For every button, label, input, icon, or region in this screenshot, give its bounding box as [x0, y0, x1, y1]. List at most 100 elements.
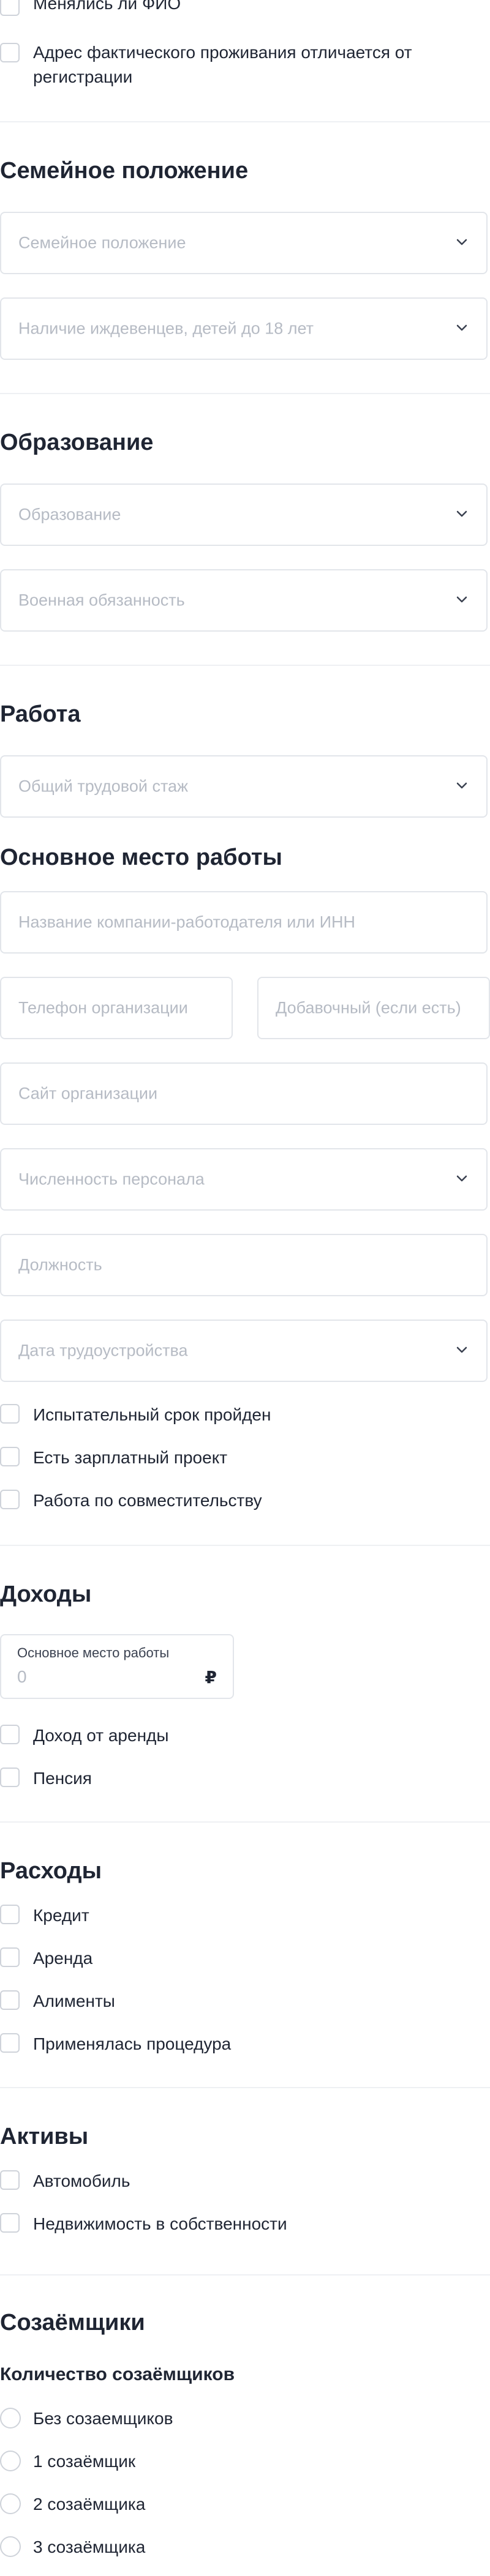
co-borrowers-option-label: 3 созаёмщика	[33, 2537, 146, 2556]
main-job-income-label: Основное место работы	[17, 1645, 170, 1660]
co-borrowers-option-label: 2 созаёмщика	[33, 2495, 146, 2514]
pension-checkbox[interactable]	[0, 1768, 20, 1787]
co-borrowers-option[interactable]: Без созаемщиков	[0, 2408, 490, 2430]
co-borrowers-radio[interactable]	[0, 2451, 21, 2471]
procedure-label: Применялась процедура	[33, 2034, 232, 2053]
hire-date-placeholder: Дата трудоустройства	[18, 1341, 188, 1360]
credit-checkbox[interactable]	[0, 1905, 20, 1924]
dependents-select[interactable]: Наличие иждевенцев, детей до 18 лет	[0, 297, 488, 360]
probation-checkbox-row[interactable]: Испытательный срок пройден	[0, 1404, 490, 1426]
dependents-placeholder: Наличие иждевенцев, детей до 18 лет	[18, 319, 314, 338]
staff-count-select[interactable]: Численность персонала	[0, 1148, 488, 1211]
rent-income-label: Доход от аренды	[33, 1726, 169, 1745]
rent-income-checkbox[interactable]	[0, 1725, 20, 1744]
co-borrowers-option[interactable]: 1 созаёмщик	[0, 2451, 490, 2473]
military-duty-placeholder: Военная обязанность	[18, 591, 185, 610]
alimony-label: Алименты	[33, 1992, 115, 2010]
procedure-checkbox[interactable]	[0, 2033, 20, 2053]
hire-date-select[interactable]: Дата трудоустройства	[0, 1320, 488, 1382]
rent-expense-checkbox-row[interactable]: Аренда	[0, 1947, 490, 1969]
work-section-title: Работа	[0, 701, 81, 727]
name-changed-checkbox-row[interactable]: Менялись ли ФИО	[0, 0, 490, 22]
company-placeholder: Название компании-работодателя или ИНН	[18, 913, 356, 931]
co-borrowers-radio[interactable]	[0, 2493, 21, 2514]
phone-extension-placeholder: Добавочный (если есть)	[276, 998, 461, 1017]
probation-label: Испытательный срок пройден	[33, 1405, 271, 1424]
address-differs-checkbox[interactable]	[0, 43, 20, 62]
divider	[0, 393, 490, 394]
salary-project-checkbox-row[interactable]: Есть зарплатный проект	[0, 1447, 490, 1469]
divider	[0, 2274, 490, 2275]
car-checkbox-row[interactable]: Автомобиль	[0, 2170, 490, 2192]
salary-project-label: Есть зарплатный проект	[33, 1448, 228, 1467]
company-website-input[interactable]: Сайт организации	[0, 1062, 488, 1125]
work-experience-select[interactable]: Общий трудовой стаж	[0, 755, 488, 818]
main-job-section-title: Основное место работы	[0, 845, 282, 870]
education-section-title: Образование	[0, 430, 154, 455]
part-time-checkbox[interactable]	[0, 1490, 20, 1509]
rent-income-checkbox-row[interactable]: Доход от аренды	[0, 1725, 490, 1747]
pension-checkbox-row[interactable]: Пенсия	[0, 1768, 490, 1790]
car-checkbox[interactable]	[0, 2170, 20, 2190]
car-label: Автомобиль	[33, 2171, 130, 2190]
company-phone-placeholder: Телефон организации	[18, 998, 188, 1017]
education-select[interactable]: Образование	[0, 483, 488, 546]
co-borrowers-option-label: 1 созаёмщик	[33, 2452, 136, 2471]
name-changed-label: Менялись ли ФИО	[33, 0, 181, 13]
divider	[0, 665, 490, 666]
salary-project-checkbox[interactable]	[0, 1447, 20, 1466]
probation-checkbox[interactable]	[0, 1404, 20, 1424]
military-duty-select[interactable]: Военная обязанность	[0, 569, 488, 632]
alimony-checkbox[interactable]	[0, 1990, 20, 2010]
chevron-down-icon	[454, 1171, 469, 1185]
phone-extension-input[interactable]: Добавочный (если есть)	[257, 977, 490, 1039]
address-differs-checkbox-row[interactable]: Адрес фактического проживания отличается…	[0, 43, 490, 92]
income-section-title: Доходы	[0, 1581, 92, 1607]
name-changed-checkbox[interactable]	[0, 0, 20, 16]
property-checkbox[interactable]	[0, 2213, 20, 2233]
ruble-icon: ₽	[205, 1668, 217, 1687]
position-input[interactable]: Должность	[0, 1234, 488, 1296]
credit-checkbox-row[interactable]: Кредит	[0, 1905, 490, 1927]
company-phone-input[interactable]: Телефон организации	[0, 977, 233, 1039]
address-differs-label: Адрес фактического проживания отличается…	[33, 43, 412, 86]
education-placeholder: Образование	[18, 505, 121, 524]
alimony-checkbox-row[interactable]: Алименты	[0, 1990, 490, 2012]
property-checkbox-row[interactable]: Недвижимость в собственности	[0, 2213, 490, 2235]
chevron-down-icon	[454, 506, 469, 521]
divider	[0, 1545, 490, 1546]
pension-label: Пенсия	[33, 1769, 92, 1788]
assets-section-title: Активы	[0, 2124, 89, 2149]
chevron-down-icon	[454, 778, 469, 793]
application-form: Менялись ли ФИО Адрес фактического прожи…	[0, 0, 490, 2576]
marital-status-select[interactable]: Семейное положение	[0, 212, 488, 274]
co-borrowers-radio[interactable]	[0, 2536, 21, 2557]
rent-expense-label: Аренда	[33, 1949, 93, 1968]
rent-expense-checkbox[interactable]	[0, 1947, 20, 1967]
co-borrowers-option[interactable]: 2 созаёмщика	[0, 2493, 490, 2515]
procedure-checkbox-row[interactable]: Применялась процедура	[0, 2033, 490, 2055]
divider	[0, 2087, 490, 2088]
company-website-placeholder: Сайт организации	[18, 1084, 158, 1103]
co-borrowers-count-title: Количество созаёмщиков	[0, 2364, 235, 2384]
co-borrowers-option-label: Без созаемщиков	[33, 2409, 173, 2428]
credit-label: Кредит	[33, 1906, 89, 1925]
main-job-income-input[interactable]: Основное место работы 0 ₽	[0, 1634, 234, 1699]
expenses-section-title: Расходы	[0, 1858, 102, 1884]
chevron-down-icon	[454, 1342, 469, 1357]
position-placeholder: Должность	[18, 1255, 102, 1274]
divider	[0, 121, 490, 122]
chevron-down-icon	[454, 592, 469, 607]
staff-count-placeholder: Численность персонала	[18, 1170, 205, 1189]
chevron-down-icon	[454, 320, 469, 335]
work-experience-placeholder: Общий трудовой стаж	[18, 777, 189, 796]
property-label: Недвижимость в собственности	[33, 2214, 287, 2233]
co-borrowers-section-title: Созаёмщики	[0, 2310, 145, 2335]
part-time-label: Работа по совместительству	[33, 1491, 262, 1510]
co-borrowers-option[interactable]: 3 созаёмщика	[0, 2536, 490, 2558]
co-borrowers-radio[interactable]	[0, 2408, 21, 2429]
main-job-income-value: 0	[17, 1667, 27, 1686]
company-input[interactable]: Название компании-работодателя или ИНН	[0, 891, 488, 954]
divider	[0, 1821, 490, 1823]
part-time-checkbox-row[interactable]: Работа по совместительству	[0, 1490, 490, 1512]
